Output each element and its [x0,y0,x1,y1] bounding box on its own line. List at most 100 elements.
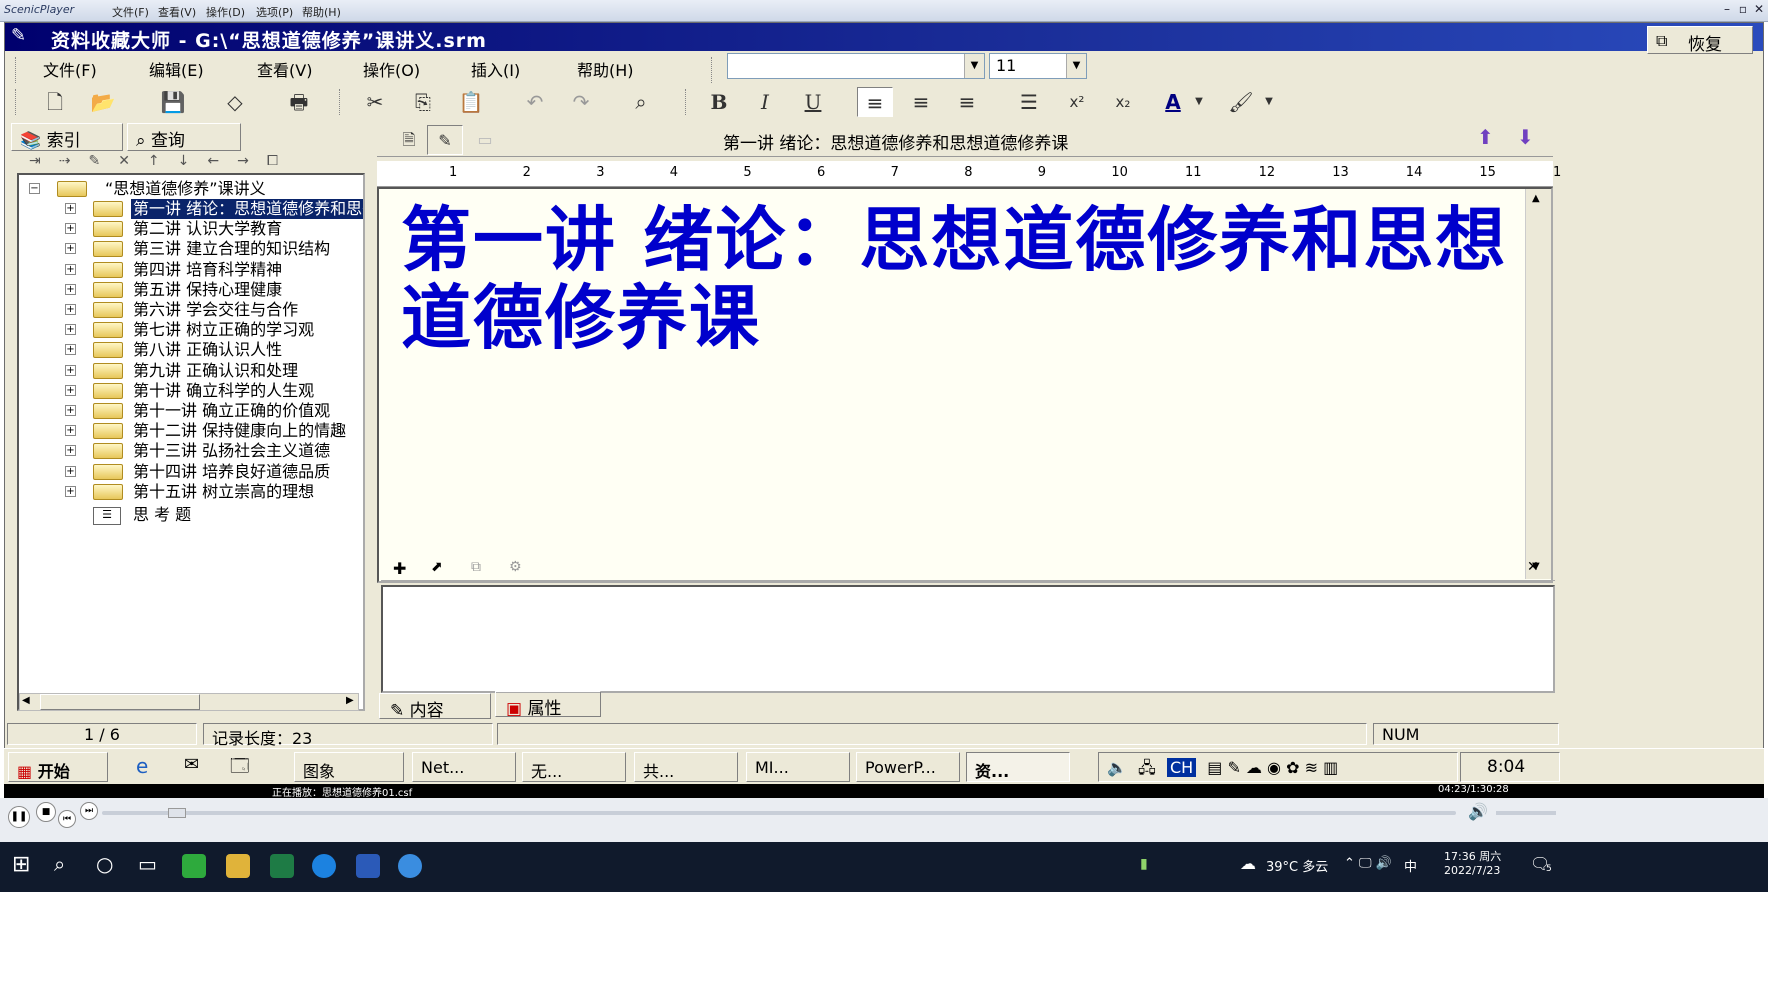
tree-root[interactable]: − “思想道德修养”课讲义 [19,179,363,199]
font-size-combo[interactable]: 11 ▼ [989,53,1087,79]
subscript-button[interactable]: x₂ [1105,87,1141,117]
underline-button[interactable]: U [795,87,831,117]
cortana-icon[interactable]: ○ [96,852,113,876]
weather-icon[interactable]: ☁ [1240,854,1256,873]
bold-button[interactable]: B [701,87,737,117]
notes-area[interactable] [381,585,1555,693]
pause-icon[interactable]: ❚❚ [8,806,30,828]
arrow-up-icon[interactable]: ⬆ [1477,125,1494,149]
expand-icon[interactable]: + [65,425,76,437]
chevron-down-icon[interactable]: ▼ [1066,54,1086,78]
task-net[interactable]: Net... [412,752,516,782]
tray-icons[interactable]: ▤ ✎ ☁ ◉ ✿ ≋ ▥ [1207,758,1338,777]
tree-item[interactable]: + 第八讲 正确认识人性 [19,340,363,360]
blank-page-icon[interactable]: ▭ [467,125,503,155]
tree-item[interactable]: + 第三讲 建立合理的知识结构 [19,239,363,259]
menu-help[interactable]: 帮助(H) [577,57,634,80]
chrome-icon[interactable] [312,854,336,878]
close-icon[interactable]: ✕ [1527,559,1539,575]
scroll-up-icon[interactable]: ▲ [1532,193,1540,204]
arrow-down-icon[interactable]: ⬇ [1517,125,1534,149]
collapse-icon[interactable]: − [29,183,40,194]
speaker-icon[interactable]: 🔈 [1107,758,1127,777]
superscript-button[interactable]: x² [1059,87,1095,117]
prev-icon[interactable]: ⏮ [58,810,76,828]
tree-item[interactable]: + 第六讲 学会交往与合作 [19,300,363,320]
tab-query[interactable]: ⌕ 查询 [127,123,241,151]
bullet-list-icon[interactable]: ☰ [1011,87,1047,117]
tab-properties[interactable]: ▣ 属性 [495,691,601,719]
expand-icon[interactable]: + [65,445,76,457]
gear-icon[interactable]: ⚙ [509,559,522,575]
paste-icon[interactable]: 📋 [453,87,489,117]
volume-icon[interactable]: 🔊 [1468,802,1488,821]
restore-button[interactable]: ⧉ 恢复 [1647,26,1753,55]
copy-note-icon[interactable]: ⧉ [471,559,481,575]
cut-icon[interactable]: ✂ [357,87,393,117]
tree-item[interactable]: + 第十二讲 保持健康向上的情趣 [19,421,363,441]
expand-icon[interactable]: + [65,283,76,295]
player-menu-view[interactable]: 查看(V) [158,4,196,20]
task-untitled[interactable]: 无... [522,752,626,782]
browser-icon[interactable] [182,854,206,878]
volume-slider[interactable] [1496,811,1556,815]
expand-icon[interactable]: + [65,364,76,376]
save-icon[interactable]: 💾 [155,87,191,117]
excel-icon[interactable] [270,854,294,878]
eraser-icon[interactable]: ◇ [217,87,253,117]
redo-icon[interactable]: ↷ [563,87,599,117]
menu-insert[interactable]: 插入(I) [471,57,520,80]
scroll-thumb[interactable] [40,694,200,710]
task-resource[interactable]: 资... [966,752,1070,782]
tree-item[interactable]: + 第五讲 保持心理健康 [19,280,363,300]
expand-icon[interactable]: + [65,203,76,214]
player-menu-operate[interactable]: 操作(D) [206,4,245,20]
expand-icon[interactable]: ⬈ [431,559,443,575]
print-icon[interactable]: 🖶 [281,87,317,117]
clock-date[interactable]: 2022/7/23 [1444,864,1500,877]
tab-content[interactable]: ✎ 内容 [379,693,491,721]
file-explorer-icon[interactable] [226,854,250,878]
add-icon[interactable]: ✚ [393,559,406,578]
task-shared[interactable]: 共... [634,752,738,782]
clock-time[interactable]: 17:36 周六 [1444,848,1501,864]
tree-item[interactable]: + 第二讲 认识大学教育 [19,219,363,239]
open-icon[interactable]: 📂 [85,87,121,117]
chevron-down-icon[interactable]: ▼ [1191,87,1207,117]
expand-icon[interactable]: + [65,405,76,416]
task-powerpoint[interactable]: PowerP... [856,752,960,782]
menu-edit[interactable]: 编辑(E) [149,57,204,80]
tree-horizontal-scrollbar[interactable]: ◀ ▶ [19,693,359,711]
tree-item[interactable]: + 第一讲 绪论：思想道德修养和思想道德修养课 [19,199,363,219]
scroll-right-icon[interactable]: ▶ [346,695,354,706]
align-center-icon[interactable]: ≡ [903,87,939,117]
expand-icon[interactable]: + [65,243,76,255]
find-icon[interactable]: ⌕ [623,87,659,117]
align-right-icon[interactable]: ≡ [949,87,985,117]
scroll-left-icon[interactable]: ◀ [22,695,30,706]
chevron-down-icon[interactable]: ▼ [1261,87,1277,117]
expand-icon[interactable]: + [65,384,76,396]
font-color-button[interactable]: A [1155,87,1191,117]
font-name-combo[interactable]: ▼ [727,53,985,79]
search-icon[interactable]: ⌕ [54,852,65,876]
expand-icon[interactable]: + [65,324,76,336]
menu-view[interactable]: 查看(V) [257,57,312,80]
expand-icon[interactable]: + [65,263,76,275]
expand-icon[interactable]: + [65,344,76,356]
task-mi[interactable]: MI... [746,752,850,782]
tree-item[interactable]: + 第十讲 确立科学的人生观 [19,381,363,401]
desktop-icon[interactable]: 🗔 [230,754,250,784]
weather-text[interactable]: 39°C 多云 [1266,856,1328,875]
ie-icon[interactable]: e [136,754,148,778]
seek-thumb[interactable] [168,808,186,818]
tree-item[interactable]: + 第十三讲 弘扬社会主义道德 [19,441,363,461]
align-left-icon[interactable]: ≡ [857,87,893,117]
expand-icon[interactable]: + [65,223,76,235]
outlook-icon[interactable]: ✉ [184,754,199,775]
tree-item[interactable]: + 第十五讲 树立崇高的理想 [19,482,363,502]
page-icon[interactable]: 🗎 [391,125,427,155]
next-icon[interactable]: ⏭ [80,802,98,820]
expand-icon[interactable]: + [65,485,76,497]
document-editor[interactable]: 第一讲 绪论：思想道德修养和思想道德修养课 ▲ ▼ [377,187,1553,583]
